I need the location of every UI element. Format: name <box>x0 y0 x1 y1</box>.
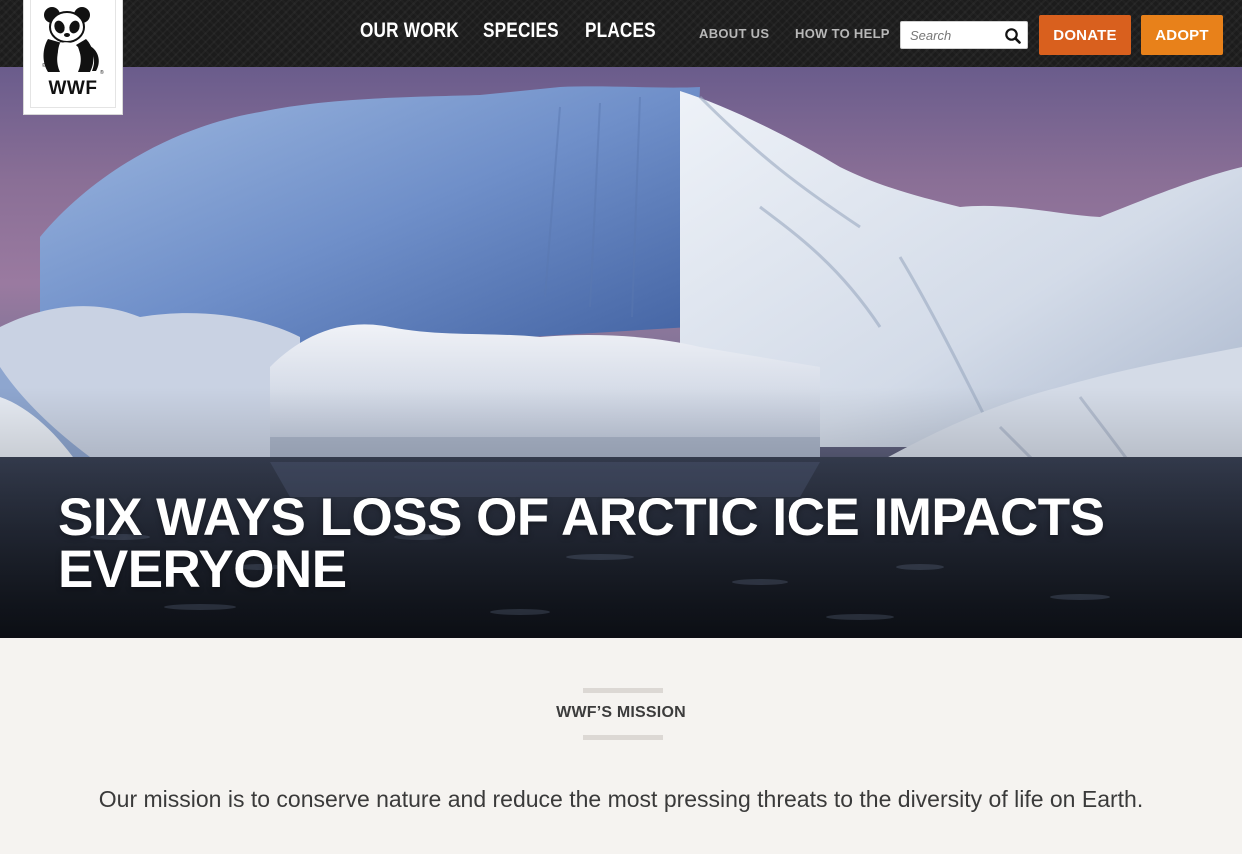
search-box <box>900 21 1028 49</box>
hero-headline[interactable]: SIX WAYS LOSS OF ARCTIC ICE IMPACTS EVER… <box>58 491 1178 596</box>
hero-banner: SIX WAYS LOSS OF ARCTIC ICE IMPACTS EVER… <box>0 67 1242 638</box>
wwf-logo[interactable]: ® © WWF <box>23 0 123 115</box>
nav-species[interactable]: SPECIES <box>483 19 559 43</box>
mission-divider-top <box>583 688 663 693</box>
svg-text:©: © <box>42 62 46 69</box>
adopt-button[interactable]: ADOPT <box>1141 15 1223 55</box>
nav-about-us[interactable]: ABOUT US <box>699 26 769 41</box>
svg-text:®: ® <box>100 69 104 76</box>
nav-how-to-help[interactable]: HOW TO HELP <box>795 26 890 41</box>
search-icon[interactable] <box>1003 26 1023 46</box>
page: OUR WORK SPECIES PLACES ABOUT US HOW TO … <box>0 0 1242 854</box>
panda-icon: ® © <box>42 7 104 76</box>
mission-heading: WWF’S MISSION <box>556 704 686 721</box>
mission-divider-bottom <box>583 735 663 740</box>
donate-button[interactable]: DONATE <box>1039 15 1131 55</box>
nav-our-work[interactable]: OUR WORK <box>360 19 459 43</box>
search-input[interactable] <box>901 22 1001 48</box>
logo-text: WWF <box>48 78 98 99</box>
nav-places[interactable]: PLACES <box>585 19 656 43</box>
mission-statement: Our mission is to conserve nature and re… <box>98 786 1144 812</box>
top-navigation-bar: OUR WORK SPECIES PLACES ABOUT US HOW TO … <box>0 0 1242 67</box>
